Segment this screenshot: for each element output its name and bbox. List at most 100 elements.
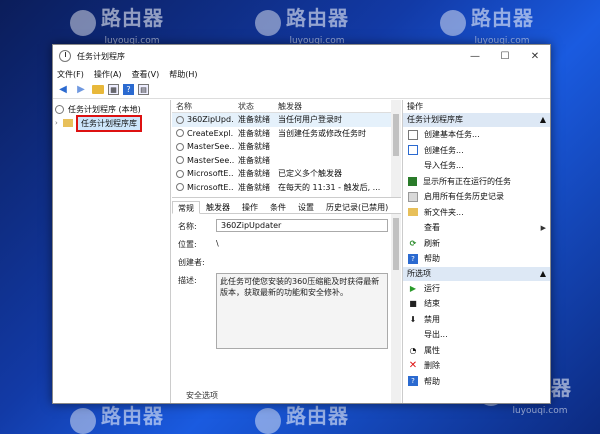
tab-conditions[interactable]: 条件: [264, 200, 292, 213]
tree-item-library-label: 任务计划程序库: [76, 114, 142, 132]
task-icon: [176, 129, 184, 138]
tab-general[interactable]: 常规: [172, 201, 200, 214]
column-name[interactable]: 名称: [172, 101, 234, 112]
refresh-icon: ⟳: [409, 238, 417, 248]
description-field[interactable]: 此任务可使您安装的360压缩能及时获得最新版本，获取最新的功能和安全修补。: [216, 273, 388, 349]
expand-arrow-icon[interactable]: ›: [55, 119, 63, 127]
action-help-selected[interactable]: ? 帮助: [403, 374, 550, 390]
tab-triggers[interactable]: 触发器: [200, 200, 236, 213]
minimize-button[interactable]: —: [460, 45, 490, 67]
tab-settings[interactable]: 设置: [292, 200, 320, 213]
action-run[interactable]: ▶ 运行: [403, 281, 550, 297]
name-field[interactable]: 360ZipUpdater: [216, 219, 388, 232]
task-list-scrollbar[interactable]: [391, 100, 401, 197]
center-pane: 名称 状态 触发器 360ZipUpd... 准备就绪 当任何用户登录时 Creat…: [172, 100, 401, 403]
table-row[interactable]: MicrosoftE... 准备就绪 已定义多个触发器: [172, 167, 401, 181]
column-status[interactable]: 状态: [234, 101, 274, 112]
actions-section-selected[interactable]: 所选项 ▲: [403, 266, 550, 281]
import-icon: [408, 161, 418, 171]
watermark: 路由器luyouqi.com: [70, 2, 164, 46]
help-icon[interactable]: ?: [123, 84, 134, 95]
task-scheduler-window: 任务计划程序 — ☐ ✕ 文件(F) 操作(A) 查看(V) 帮助(H) ◀ ▶…: [52, 44, 551, 404]
detail-scrollbar[interactable]: [391, 214, 401, 403]
stop-icon: ■: [409, 299, 417, 309]
collapse-arrow-icon[interactable]: ▲: [540, 113, 546, 127]
action-export[interactable]: 导出...: [403, 327, 550, 343]
table-row[interactable]: MasterSee... 准备就绪: [172, 140, 401, 154]
task-list-header: 名称 状态 触发器: [172, 100, 401, 113]
watermark: 路由器: [70, 400, 164, 434]
task-icon: [176, 169, 184, 178]
detail-tabs: 常规 触发器 操作 条件 设置 历史记录(已禁用): [172, 200, 401, 214]
task-icon: [176, 183, 184, 192]
tree-item-library[interactable]: › 任务计划程序库: [55, 114, 168, 132]
action-disable[interactable]: ⬇ 禁用: [403, 312, 550, 328]
column-trigger[interactable]: 触发器: [274, 101, 386, 112]
actions-section-library[interactable]: 任务计划程序库 ▲: [403, 113, 550, 127]
router-logo-icon: [70, 9, 96, 36]
router-logo-icon: [440, 9, 466, 36]
table-row[interactable]: 360ZipUpd... 准备就绪 当任何用户登录时: [172, 113, 401, 127]
table-row[interactable]: CreateExpl... 准备就绪 当创建任务或修改任务时: [172, 127, 401, 141]
scrollbar-thumb[interactable]: [393, 218, 399, 270]
task-icon: [176, 142, 184, 151]
scrollbar-thumb[interactable]: [393, 114, 399, 156]
watermark: 路由器luyouqi.com: [255, 2, 349, 46]
task-icon: [176, 156, 184, 165]
help-icon: ?: [408, 376, 418, 387]
watermark: 路由器luyouqi.com: [440, 2, 534, 46]
action-end[interactable]: ■ 结束: [403, 296, 550, 312]
calendar-icon: [408, 145, 418, 156]
menu-help[interactable]: 帮助(H): [169, 69, 197, 80]
tab-actions[interactable]: 操作: [236, 200, 264, 213]
menu-bar: 文件(F) 操作(A) 查看(V) 帮助(H): [53, 67, 550, 81]
action-refresh[interactable]: ⟳ 刷新: [403, 236, 550, 252]
action-view[interactable]: 查看 ▶: [403, 220, 550, 236]
router-logo-icon: [255, 9, 281, 36]
table-row[interactable]: MasterSee... 准备就绪: [172, 154, 401, 168]
description-row: 描述: 此任务可使您安装的360压缩能及时获得最新版本，获取最新的功能和安全修补…: [178, 273, 401, 349]
action-create-task[interactable]: 创建任务...: [403, 143, 550, 159]
navigation-tree: 任务计划程序 (本地) › 任务计划程序库: [53, 100, 171, 403]
router-logo-icon: [255, 407, 281, 434]
action-show-running[interactable]: 显示所有正在运行的任务: [403, 174, 550, 190]
delete-icon: ✕: [408, 360, 418, 372]
clock-icon: [59, 50, 71, 62]
window-title: 任务计划程序: [77, 51, 125, 61]
menu-file[interactable]: 文件(F): [57, 69, 84, 80]
show-hide-tree-icon[interactable]: ▦: [108, 84, 119, 95]
forward-arrow-icon[interactable]: ▶: [74, 84, 88, 96]
action-help[interactable]: ? 帮助: [403, 251, 550, 267]
folder-icon: [63, 119, 73, 127]
tab-history[interactable]: 历史记录(已禁用): [320, 200, 394, 213]
menu-action[interactable]: 操作(A): [94, 69, 122, 80]
show-hide-action-pane-icon[interactable]: ▤: [138, 84, 149, 95]
history-icon: [408, 191, 418, 202]
location-row: 位置: \: [178, 237, 401, 250]
description-label: 描述:: [178, 276, 197, 285]
location-value: \: [216, 239, 219, 248]
disable-icon: ⬇: [409, 314, 417, 324]
play-icon: ▶: [409, 283, 417, 293]
title-bar[interactable]: 任务计划程序 — ☐ ✕: [53, 45, 550, 67]
action-delete[interactable]: ✕ 删除: [403, 358, 550, 374]
folder-icon: [408, 208, 418, 217]
submenu-arrow-icon: ▶: [540, 223, 546, 232]
action-import-task[interactable]: 导入任务...: [403, 158, 550, 174]
maximize-button[interactable]: ☐: [490, 45, 520, 67]
action-new-folder[interactable]: 新文件夹...: [403, 205, 550, 221]
table-row[interactable]: MicrosoftE... 准备就绪 在每天的 11:31 - 触发后, ...: [172, 181, 401, 195]
menu-view[interactable]: 查看(V): [132, 69, 160, 80]
view-icon: [408, 223, 418, 233]
export-icon: [408, 330, 418, 340]
back-arrow-icon[interactable]: ◀: [56, 84, 70, 96]
tree-item-root[interactable]: 任务计划程序 (本地): [55, 103, 168, 115]
collapse-arrow-icon[interactable]: ▲: [540, 267, 546, 281]
action-enable-history[interactable]: 启用所有任务历史记录: [403, 189, 550, 205]
toolbar: ◀ ▶ ▦ ? ▤: [53, 81, 550, 99]
action-create-basic-task[interactable]: 创建基本任务...: [403, 127, 550, 143]
properties-icon: ◔: [409, 345, 417, 355]
close-button[interactable]: ✕: [520, 45, 550, 67]
action-properties[interactable]: ◔ 属性: [403, 343, 550, 359]
folder-up-icon[interactable]: [92, 85, 104, 94]
